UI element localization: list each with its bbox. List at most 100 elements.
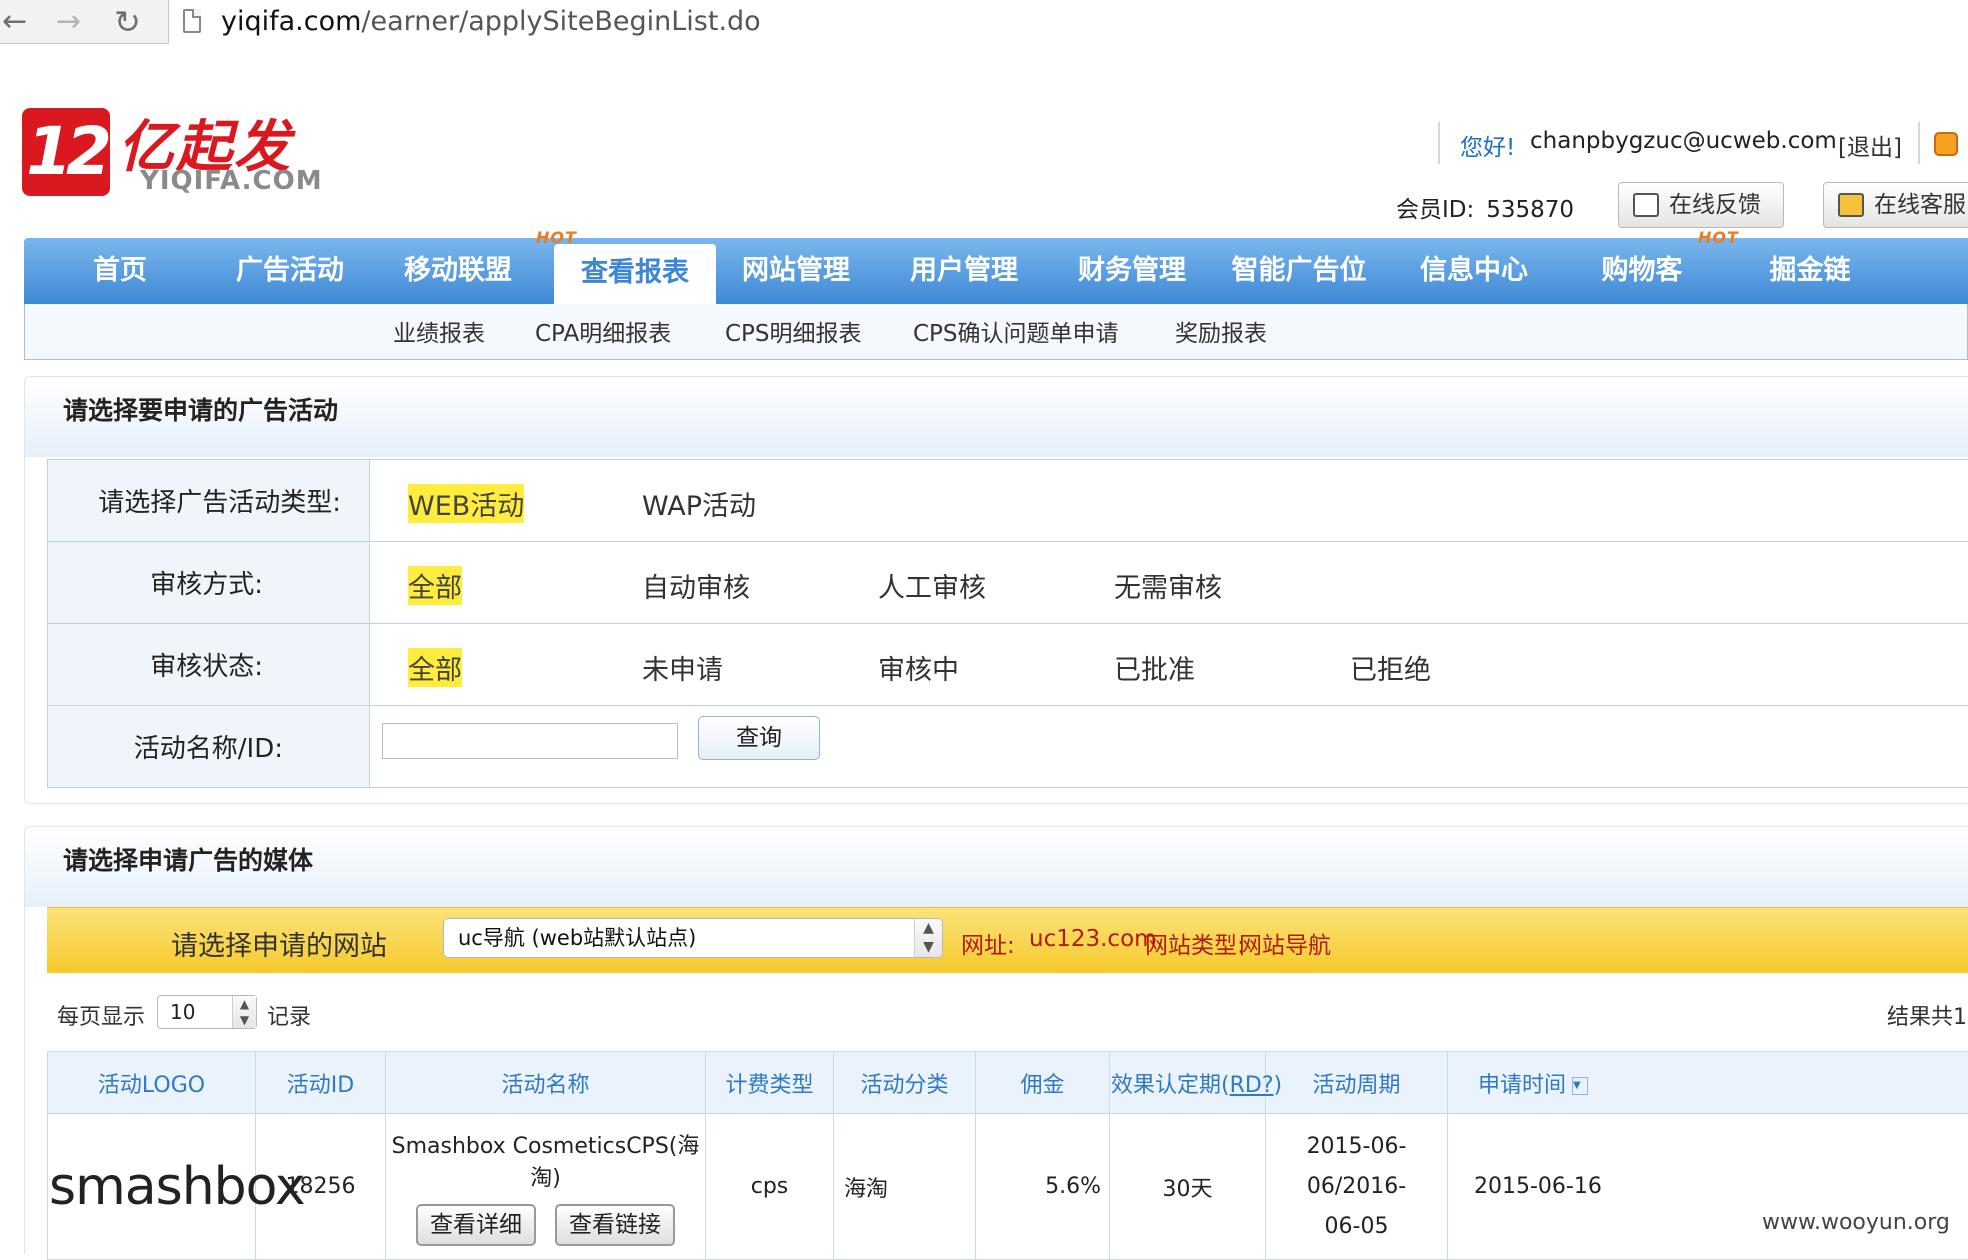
view-link-button[interactable]: 查看链接 [555,1204,675,1246]
member-id-value: 535870 [1486,197,1574,223]
back-arrow-icon[interactable]: ← [2,4,27,40]
per-page-select[interactable]: 10 ▲▼ [157,995,257,1029]
col-apply-time[interactable]: 申请时间▼ [1448,1052,1968,1114]
panel-title: 请选择申请广告的媒体 [63,841,313,877]
nav-site-management[interactable]: 网站管理 [726,238,866,304]
col-rd-period-label: 效果认定期 [1111,1073,1221,1098]
logo-english-text: YIQIFA.COM [140,166,323,196]
per-page-unit: 记录 [267,999,311,1031]
campaign-filter-panel: 请选择要申请的广告活动 请选择广告活动类型: WEB活动 WAP活动 审核方式:… [24,376,1968,804]
commission-cell: 5.6% [976,1114,1110,1260]
option-manual-review[interactable]: 人工审核 [878,566,986,605]
site-type-value: 网站导航 [1239,926,1331,960]
sub-nav-cpa-detail-report[interactable]: CPA明细报表 [535,314,671,348]
gift-icon[interactable] [1934,132,1958,156]
option-no-review[interactable]: 无需审核 [1114,566,1222,605]
sub-nav-performance-report[interactable]: 业绩报表 [393,314,485,348]
address-bar[interactable]: yiqifa.com/earner/applySiteBeginList.do [168,0,1968,44]
table-row: smashbox 18256 Smashbox CosmeticsCPS(海淘)… [48,1114,1968,1260]
site-type-label: 网站类型: [1145,926,1245,960]
sub-nav-reward-report[interactable]: 奖励报表 [1175,314,1267,348]
nav-finance-management[interactable]: 财务管理 [1062,238,1202,304]
option-review-all[interactable]: 全部 [408,566,462,605]
campaign-name-cell: Smashbox CosmeticsCPS(海淘) 查看详细 查看链接 [386,1114,706,1260]
period-end: 06-05 [1325,1214,1389,1239]
url-path: /earner/applySiteBeginList.do [361,6,760,37]
review-method-label: 审核方式: [48,542,370,624]
option-web-campaign[interactable]: WEB活动 [408,484,524,523]
site-url-value: uc123.com [1029,926,1157,952]
reload-icon[interactable]: ↻ [114,4,141,40]
site-select[interactable]: uc导航 (web站默认站点) ▲▼ [443,918,943,958]
nav-ad-campaigns[interactable]: 广告活动 [220,238,360,304]
col-campaign-id: 活动ID [256,1052,386,1114]
sub-nav-cps-detail-report[interactable]: CPS明细报表 [725,314,862,348]
nav-reports[interactable]: 查看报表 [554,244,716,304]
greeting-text: 您好! [1460,128,1515,162]
customer-service-icon [1838,193,1864,217]
site-selector-bar: 请选择申请的网站 uc导航 (web站默认站点) ▲▼ 网址: uc123.co… [47,907,1968,973]
category-cell: 海淘 [834,1114,976,1260]
address-url[interactable]: yiqifa.com/earner/applySiteBeginList.do [221,6,761,37]
view-detail-button[interactable]: 查看详细 [416,1204,536,1246]
campaign-name-id-label: 活动名称/ID: [48,706,370,788]
online-service-button[interactable]: 在线客服 [1823,182,1968,228]
campaign-search-cell: 查询 [370,706,1968,788]
site-logo[interactable]: 12 亿起发 YIQIFA.COM [22,108,292,198]
online-service-label: 在线客服 [1874,192,1966,218]
review-status-label: 审核状态: [48,624,370,706]
main-nav: 首页 广告活动 移动联盟 查看报表 网站管理 用户管理 财务管理 智能广告位 信… [24,238,1968,304]
nav-shopping-guest[interactable]: 购物客 [1582,238,1702,304]
nav-home[interactable]: 首页 [60,238,180,304]
per-page-value: 10 [170,1000,195,1024]
forward-arrow-icon[interactable]: → [56,4,81,40]
col-rd-period: 效果认定期(RD?) [1110,1052,1266,1114]
site-select-label: 请选择申请的网站 [171,924,387,963]
col-billing-type: 计费类型 [706,1052,834,1114]
option-under-review[interactable]: 审核中 [878,648,959,687]
option-rejected[interactable]: 已拒绝 [1350,648,1431,687]
panel-header: 请选择申请广告的媒体 [25,827,1968,907]
online-feedback-button[interactable]: 在线反馈 [1618,182,1784,228]
rd-help-link[interactable]: RD? [1230,1073,1274,1098]
col-commission: 佣金 [976,1052,1110,1114]
option-wap-campaign[interactable]: WAP活动 [642,484,756,523]
hot-badge: HOT [1698,228,1739,247]
sub-nav-cps-issue-request[interactable]: CPS确认问题单申请 [913,314,1119,348]
result-total: 结果共1 [1887,999,1967,1031]
query-button[interactable]: 查询 [698,716,820,760]
page-icon [183,9,201,33]
watermark: www.wooyun.org [1762,1210,1950,1235]
campaign-name: Smashbox CosmeticsCPS(海淘) [387,1128,704,1192]
review-method-options: 全部 自动审核 人工审核 无需审核 [370,542,1968,624]
nav-smart-ad-slot[interactable]: 智能广告位 [1224,238,1374,304]
header-divider [1918,122,1920,164]
campaign-logo-cell: smashbox [48,1114,256,1260]
col-campaign-category: 活动分类 [834,1052,976,1114]
option-approved[interactable]: 已批准 [1114,648,1195,687]
url-domain: yiqifa.com [221,6,361,37]
nav-user-management[interactable]: 用户管理 [894,238,1034,304]
logout-link[interactable]: [退出] [1838,128,1902,162]
nav-gold-chain[interactable]: 掘金链 [1750,238,1870,304]
review-status-options: 全部 未申请 审核中 已批准 已拒绝 [370,624,1968,706]
member-id-label: 会员ID: [1396,197,1474,223]
campaign-type-options: WEB活动 WAP活动 [370,460,1968,542]
per-page-label: 每页显示 [57,999,145,1031]
nav-mobile-alliance[interactable]: 移动联盟 [388,238,528,304]
option-status-all[interactable]: 全部 [408,648,462,687]
campaign-period-cell: 2015-06-06/2016-06-05 [1266,1114,1448,1260]
filter-table: 请选择广告活动类型: WEB活动 WAP活动 审核方式: 全部 自动审核 人工审… [47,459,1968,788]
rd-period-cell: 30天 [1110,1114,1266,1260]
campaign-search-input[interactable] [382,723,678,759]
campaign-table: 活动LOGO 活动ID 活动名称 计费类型 活动分类 佣金 效果认定期(RD?)… [47,1051,1968,1260]
panel-title: 请选择要申请的广告活动 [63,391,338,427]
col-campaign-period: 活动周期 [1266,1052,1448,1114]
option-not-applied[interactable]: 未申请 [642,648,723,687]
sub-nav: 业绩报表 CPA明细报表 CPS明细报表 CPS确认问题单申请 奖励报表 [24,304,1968,360]
nav-info-center[interactable]: 信息中心 [1404,238,1544,304]
edit-icon [1633,193,1659,217]
logo-mark: 12 [22,108,110,196]
option-auto-review[interactable]: 自动审核 [642,566,750,605]
sort-down-icon[interactable]: ▼ [1572,1077,1588,1095]
